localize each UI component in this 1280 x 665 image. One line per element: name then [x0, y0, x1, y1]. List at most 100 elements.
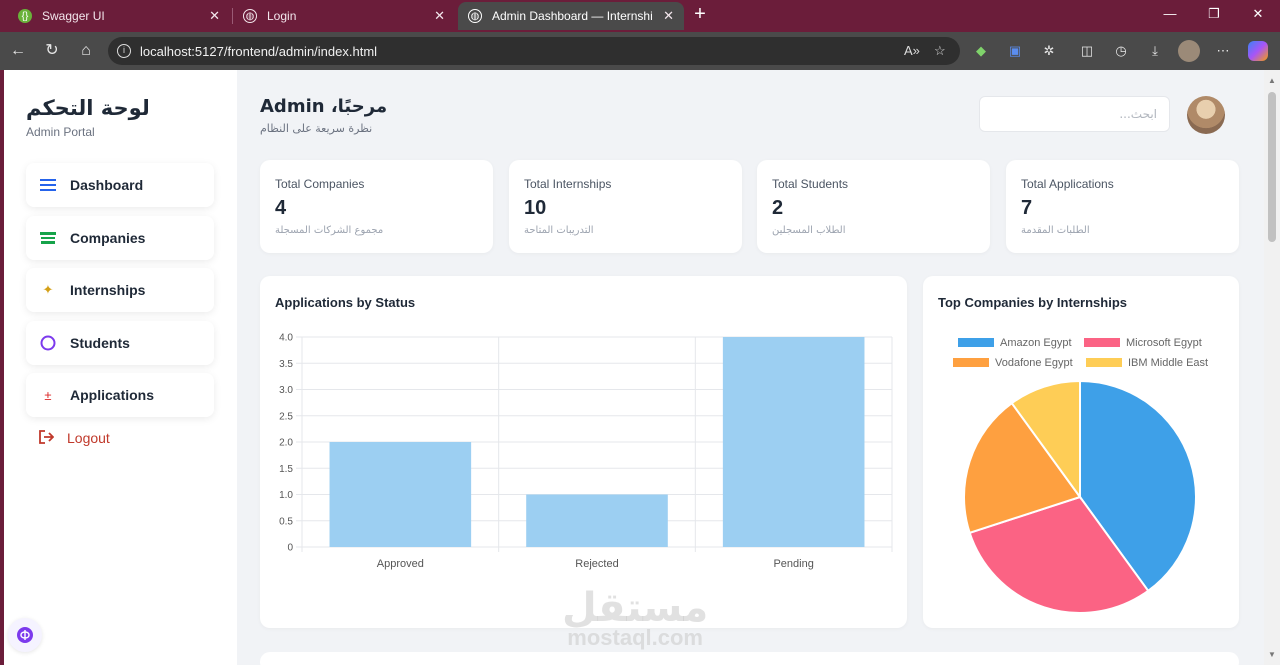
stat-value: 10: [524, 197, 547, 219]
sidebar-item-internships[interactable]: ✦ Internships: [26, 268, 214, 312]
bar-approved[interactable]: [329, 442, 472, 547]
legend-swatch: [953, 358, 989, 367]
logout-link[interactable]: Logout: [38, 430, 110, 446]
logout-icon: [38, 430, 55, 446]
bar-rejected[interactable]: [526, 494, 668, 548]
sidebar-item-companies[interactable]: Companies: [26, 216, 214, 260]
legend-swatch: [1086, 358, 1122, 367]
copilot-icon[interactable]: [1248, 41, 1268, 61]
history-icon[interactable]: ◷: [1112, 42, 1130, 60]
sidebar-item-label: Internships: [70, 282, 146, 298]
download-icon[interactable]: ⤓: [1146, 42, 1164, 60]
x-tick-label: Pending: [773, 558, 813, 570]
stat-value: 2: [772, 197, 784, 219]
favorite-icon[interactable]: ☆: [934, 43, 946, 59]
swagger-icon: {}: [18, 9, 32, 23]
close-icon[interactable]: ✕: [209, 8, 220, 24]
legend-swatch: [958, 338, 994, 347]
bar-chart: 0 0.5 1.0 1.5 2.0 2.5 3.0 3.5 4.0 Approved Rejecte…: [279, 333, 893, 570]
stat-subtitle: مجموع الشركات المسجلة: [275, 225, 384, 236]
sidebar-item-students[interactable]: Students: [26, 321, 214, 365]
sidebar-item-label: Students: [70, 335, 130, 351]
y-tick-label: 0.5: [279, 516, 293, 527]
logout-label: Logout: [67, 430, 110, 446]
stat-label: Total Students: [772, 177, 849, 191]
x-tick-label: Rejected: [575, 558, 618, 570]
info-icon[interactable]: i: [117, 44, 131, 58]
legend-swatch: [1084, 338, 1120, 347]
search-input[interactable]: [979, 96, 1170, 132]
close-icon[interactable]: ✕: [663, 8, 674, 24]
sidebar-item-applications[interactable]: ± Applications: [26, 373, 214, 417]
circle-icon: [40, 335, 56, 351]
stat-card-applications: Total Applications 7 الطلبات المقدمة: [1006, 160, 1239, 253]
legend-label[interactable]: IBM Middle East: [1128, 357, 1208, 369]
y-tick-label: 3.0: [279, 385, 293, 396]
pin-icon: ±: [44, 387, 52, 403]
tab-swagger[interactable]: {} Swagger UI ✕: [8, 2, 230, 30]
scroll-up-icon[interactable]: ▲: [1268, 76, 1276, 85]
legend-label[interactable]: Microsoft Egypt: [1126, 337, 1202, 349]
sidebar-item-dashboard[interactable]: Dashboard: [26, 163, 214, 207]
stat-card-companies: Total Companies 4 مجموع الشركات المسجلة: [260, 160, 493, 253]
stat-label: Total Applications: [1021, 177, 1114, 191]
y-tick-label: 2.5: [279, 411, 293, 422]
translate-icon[interactable]: ▣: [1006, 42, 1024, 60]
y-tick-label: 0: [287, 543, 293, 554]
profile-avatar[interactable]: [1178, 40, 1200, 62]
sidebar-item-label: Companies: [70, 230, 146, 246]
top-companies-card: Top Companies by Internships Amazon Egyp…: [923, 276, 1239, 628]
close-icon[interactable]: ✕: [434, 8, 445, 24]
legend-label[interactable]: Amazon Egypt: [1000, 337, 1072, 349]
page-viewport: لوحة التحكم Admin Portal Dashboard Compa…: [4, 70, 1280, 665]
tab-title: Admin Dashboard — Internship P: [492, 9, 652, 23]
page-subtitle: نظرة سريعة على النظام: [260, 122, 373, 135]
stat-subtitle: الطلاب المسجلين: [772, 225, 846, 236]
y-tick-label: 1.5: [279, 464, 293, 475]
y-tick-label: 2.0: [279, 438, 293, 449]
page-scrollbar[interactable]: ▲ ▼: [1264, 70, 1280, 665]
watermark: مستقل mostaql.com: [562, 585, 708, 651]
brand-subtitle: Admin Portal: [26, 125, 95, 139]
brand-title: لوحة التحكم: [26, 96, 150, 120]
stat-value: 7: [1021, 197, 1033, 219]
puzzle-icon[interactable]: ✲: [1040, 42, 1058, 60]
stat-value: 4: [275, 197, 287, 219]
reload-icon[interactable]: ↻: [42, 41, 62, 61]
sparkle-icon: ✦: [42, 282, 54, 297]
browser-tab-bar: {} Swagger UI ✕ ◍ Login ✕ ◍ Admin Dashbo…: [0, 0, 1280, 32]
extension-icon[interactable]: ◆: [972, 42, 990, 60]
sidebar: لوحة التحكم Admin Portal Dashboard Compa…: [4, 70, 237, 665]
next-card: [260, 652, 1239, 665]
bar-pending[interactable]: [722, 337, 865, 547]
back-icon[interactable]: ←: [8, 41, 28, 61]
url-text: localhost:5127/frontend/admin/index.html: [140, 44, 378, 59]
address-bar[interactable]: i localhost:5127/frontend/admin/index.ht…: [108, 37, 960, 65]
minimize-icon[interactable]: —: [1160, 6, 1180, 21]
close-window-icon[interactable]: ✕: [1248, 6, 1268, 22]
scrollbar-thumb[interactable]: [1268, 92, 1276, 242]
globe-icon: ◍: [243, 9, 257, 23]
new-tab-button[interactable]: +: [690, 4, 710, 26]
watermark-latin: mostaql.com: [567, 625, 703, 650]
split-screen-icon[interactable]: ◫: [1078, 42, 1096, 60]
pie-chart: Amazon Egypt Microsoft Egypt Vodafone Egyp…: [953, 337, 1208, 614]
sidebar-item-label: Dashboard: [70, 177, 144, 193]
read-aloud-icon[interactable]: A»: [904, 43, 920, 58]
menu-icon: [40, 177, 56, 193]
home-icon[interactable]: ⌂: [76, 41, 96, 61]
restore-icon[interactable]: ❐: [1204, 6, 1224, 22]
tab-login[interactable]: ◍ Login ✕: [233, 2, 455, 30]
more-icon[interactable]: ⋯: [1214, 42, 1232, 60]
stat-subtitle: التدريبات المتاحة: [524, 225, 594, 236]
y-tick-label: 4.0: [279, 333, 293, 344]
assistant-button[interactable]: [8, 618, 42, 652]
brain-icon: [17, 627, 33, 643]
avatar[interactable]: [1187, 96, 1225, 134]
scroll-down-icon[interactable]: ▼: [1268, 650, 1276, 659]
tab-admin-dashboard[interactable]: ◍ Admin Dashboard — Internship P ✕: [458, 2, 684, 30]
browser-toolbar: ← ↻ ⌂ i localhost:5127/frontend/admin/in…: [0, 32, 1280, 70]
y-tick-label: 1.0: [279, 490, 293, 501]
stat-subtitle: الطلبات المقدمة: [1021, 225, 1090, 236]
legend-label[interactable]: Vodafone Egypt: [995, 357, 1073, 369]
